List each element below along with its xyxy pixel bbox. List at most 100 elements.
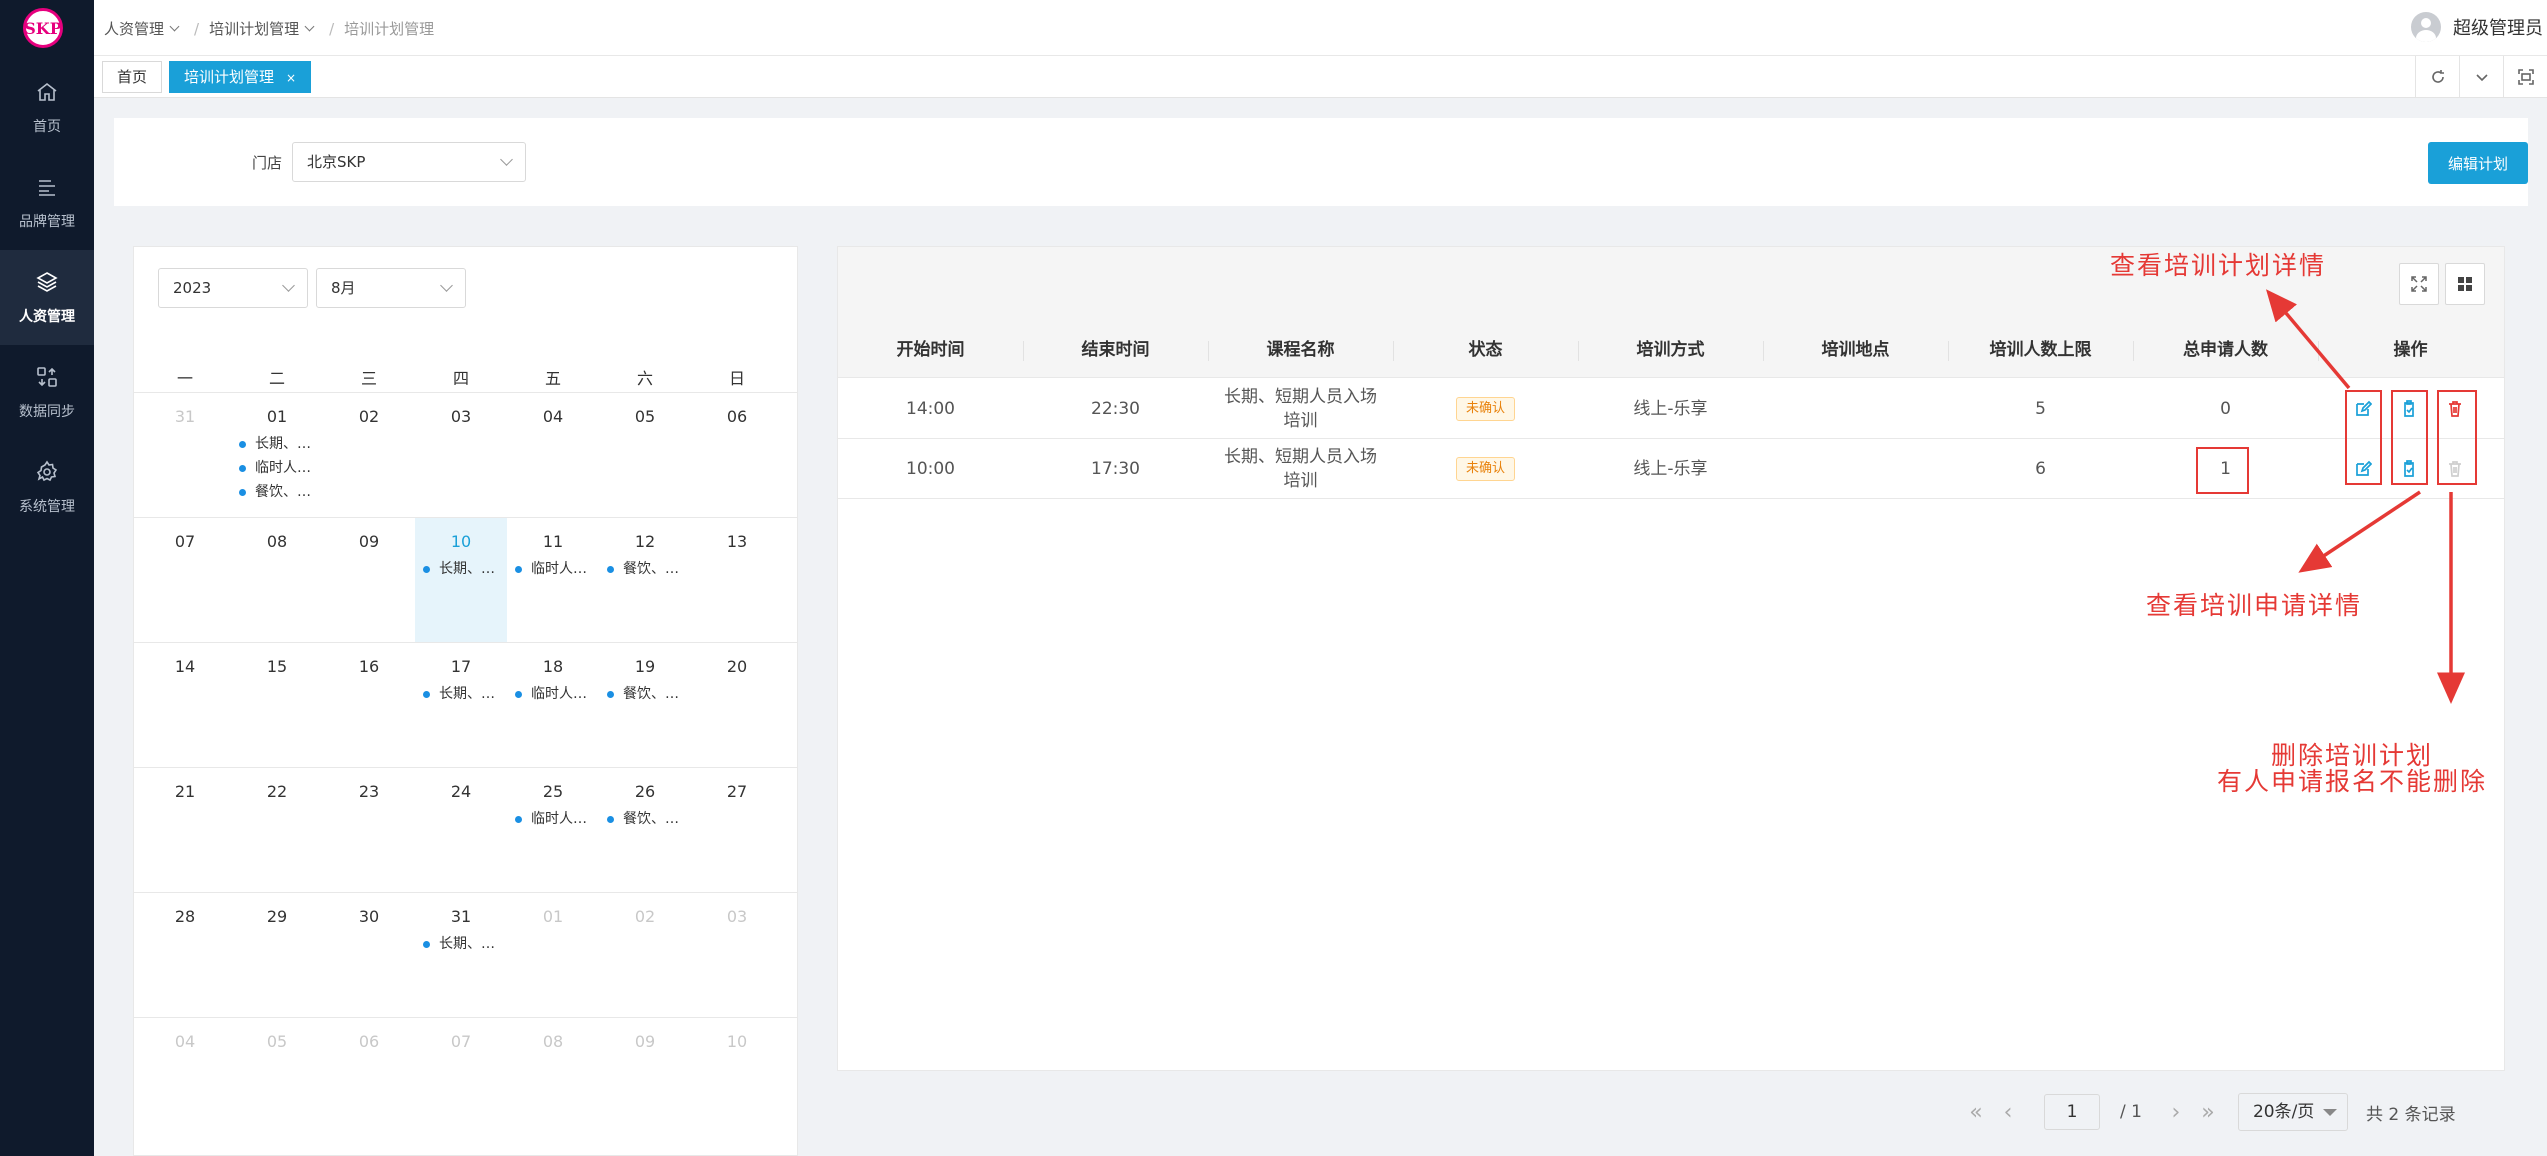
calendar-day[interactable]: 03	[415, 393, 507, 517]
weekday-label: 一	[176, 369, 193, 388]
calendar-event[interactable]: 餐饮、…	[239, 481, 323, 501]
brand-logo[interactable]: SKP	[23, 8, 63, 48]
calendar-event[interactable]: 餐饮、…	[607, 558, 691, 578]
calendar-day[interactable]: 08	[507, 1018, 599, 1142]
calendar-day[interactable]: 18 临时人…	[507, 643, 599, 767]
calendar-day[interactable]: 19 餐饮、…	[599, 643, 691, 767]
calendar-event[interactable]: 长期、…	[423, 683, 507, 703]
table-fullscreen-button[interactable]	[2399, 263, 2439, 305]
calendar-event[interactable]: 临时人…	[515, 558, 599, 578]
calendar-day[interactable]: 30	[323, 893, 415, 1017]
calendar-day[interactable]: 07	[415, 1018, 507, 1142]
close-icon[interactable]: ×	[286, 71, 296, 85]
column-settings-button[interactable]	[2445, 263, 2485, 305]
calendar-day[interactable]: 17 长期、…	[415, 643, 507, 767]
calendar-event[interactable]: 长期、…	[239, 433, 323, 453]
calendar-day[interactable]: 31 长期、…	[415, 893, 507, 1017]
cell-status: 未确认	[1393, 379, 1578, 439]
calendar-day[interactable]: 22	[231, 768, 323, 892]
year-select[interactable]: 2023	[158, 268, 308, 308]
calendar-day[interactable]: 15	[231, 643, 323, 767]
calendar-event[interactable]: 长期、…	[423, 933, 507, 953]
column-header: 培训方式	[1636, 340, 1705, 360]
calendar-day[interactable]: 06	[323, 1018, 415, 1142]
calendar-event[interactable]: 餐饮、…	[607, 683, 691, 703]
calendar-day[interactable]: 01 长期、… 临时人… 餐饮、…	[231, 393, 323, 517]
calendar-day[interactable]: 04	[139, 1018, 231, 1142]
calendar-day[interactable]: 13	[691, 518, 783, 642]
calendar-day[interactable]: 07	[139, 518, 231, 642]
cell-status: 未确认	[1393, 439, 1578, 499]
calendar-day-today[interactable]: 10 长期、…	[415, 518, 507, 642]
calendar-day[interactable]: 21	[139, 768, 231, 892]
calendar-day[interactable]: 26 餐饮、…	[599, 768, 691, 892]
nav-item-sync[interactable]: 数据同步	[0, 345, 94, 440]
page-size-select[interactable]: 20条/页	[2237, 1093, 2348, 1131]
first-page-button[interactable]: «	[1960, 1100, 1992, 1125]
next-page-button[interactable]: ›	[2160, 1100, 2192, 1125]
column-divider	[2133, 341, 2134, 361]
annotation-box-apply	[2391, 390, 2428, 485]
calendar-day[interactable]: 02	[323, 393, 415, 517]
breadcrumb-item-hr[interactable]: 人资管理	[104, 18, 184, 39]
event-dot-icon	[239, 440, 246, 448]
month-select[interactable]: 8月	[316, 268, 466, 308]
calendar-day[interactable]: 01	[507, 893, 599, 1017]
calendar-day[interactable]: 24	[415, 768, 507, 892]
tabs-dropdown-button[interactable]	[2459, 56, 2503, 98]
nav-item-system[interactable]: 系统管理	[0, 440, 94, 535]
calendar-event[interactable]: 临时人…	[515, 683, 599, 703]
calendar-day[interactable]: 27	[691, 768, 783, 892]
day-number: 20	[726, 657, 748, 676]
year-select-value: 2023	[173, 279, 212, 297]
day-number: 15	[266, 657, 288, 676]
calendar-day[interactable]: 10	[691, 1018, 783, 1142]
calendar-day[interactable]: 31	[139, 393, 231, 517]
edit-plan-button[interactable]: 编辑计划	[2428, 142, 2528, 184]
calendar-day[interactable]: 23	[323, 768, 415, 892]
calendar-day[interactable]: 20	[691, 643, 783, 767]
tab-home[interactable]: 首页	[102, 61, 163, 93]
store-select[interactable]: 北京SKP	[292, 142, 526, 182]
day-number: 17	[450, 657, 472, 676]
page-number-input[interactable]: 1	[2044, 1094, 2100, 1130]
calendar-event[interactable]: 长期、…	[423, 558, 507, 578]
calendar-day[interactable]: 29	[231, 893, 323, 1017]
sidebar: SKP 首页 品牌管理 人资管理 数据同步 系统管理	[0, 0, 94, 1156]
annotation-apply-detail: 查看培训申请详情	[2146, 591, 2363, 620]
calendar-day[interactable]: 04	[507, 393, 599, 517]
breadcrumb-item-plan[interactable]: 培训计划管理	[209, 18, 319, 39]
fullscreen-button[interactable]	[2503, 56, 2547, 98]
calendar-day[interactable]: 09	[323, 518, 415, 642]
calendar-day[interactable]: 12 餐饮、…	[599, 518, 691, 642]
calendar-day[interactable]: 11 临时人…	[507, 518, 599, 642]
user-menu[interactable]: 超级管理员	[2411, 12, 2543, 42]
calendar-day[interactable]: 16	[323, 643, 415, 767]
calendar-day[interactable]: 03	[691, 893, 783, 1017]
column-header: 操作	[2393, 340, 2428, 360]
last-page-button[interactable]: »	[2192, 1100, 2224, 1125]
calendar-day[interactable]: 08	[231, 518, 323, 642]
column-header: 培训地点	[1821, 340, 1890, 360]
calendar-event[interactable]: 餐饮、…	[607, 808, 691, 828]
weekday-label: 三	[360, 369, 377, 388]
prev-page-button[interactable]: ‹	[1992, 1100, 2024, 1125]
nav-item-home[interactable]: 首页	[0, 60, 94, 155]
calendar-day[interactable]: 06	[691, 393, 783, 517]
refresh-button[interactable]	[2415, 56, 2459, 98]
calendar-day[interactable]: 25 临时人…	[507, 768, 599, 892]
day-number: 14	[174, 657, 196, 676]
day-number: 27	[726, 782, 748, 801]
nav-item-hr[interactable]: 人资管理	[0, 250, 94, 345]
calendar-day[interactable]: 05	[599, 393, 691, 517]
tab-training-plan[interactable]: 培训计划管理 ×	[169, 61, 312, 93]
calendar-day[interactable]: 09	[599, 1018, 691, 1142]
calendar-event[interactable]: 临时人…	[515, 808, 599, 828]
event-label: 临时人…	[531, 686, 587, 702]
calendar-day[interactable]: 28	[139, 893, 231, 1017]
calendar-event[interactable]: 临时人…	[239, 457, 323, 477]
calendar-day[interactable]: 05	[231, 1018, 323, 1142]
nav-item-brand[interactable]: 品牌管理	[0, 155, 94, 250]
calendar-day[interactable]: 14	[139, 643, 231, 767]
calendar-day[interactable]: 02	[599, 893, 691, 1017]
